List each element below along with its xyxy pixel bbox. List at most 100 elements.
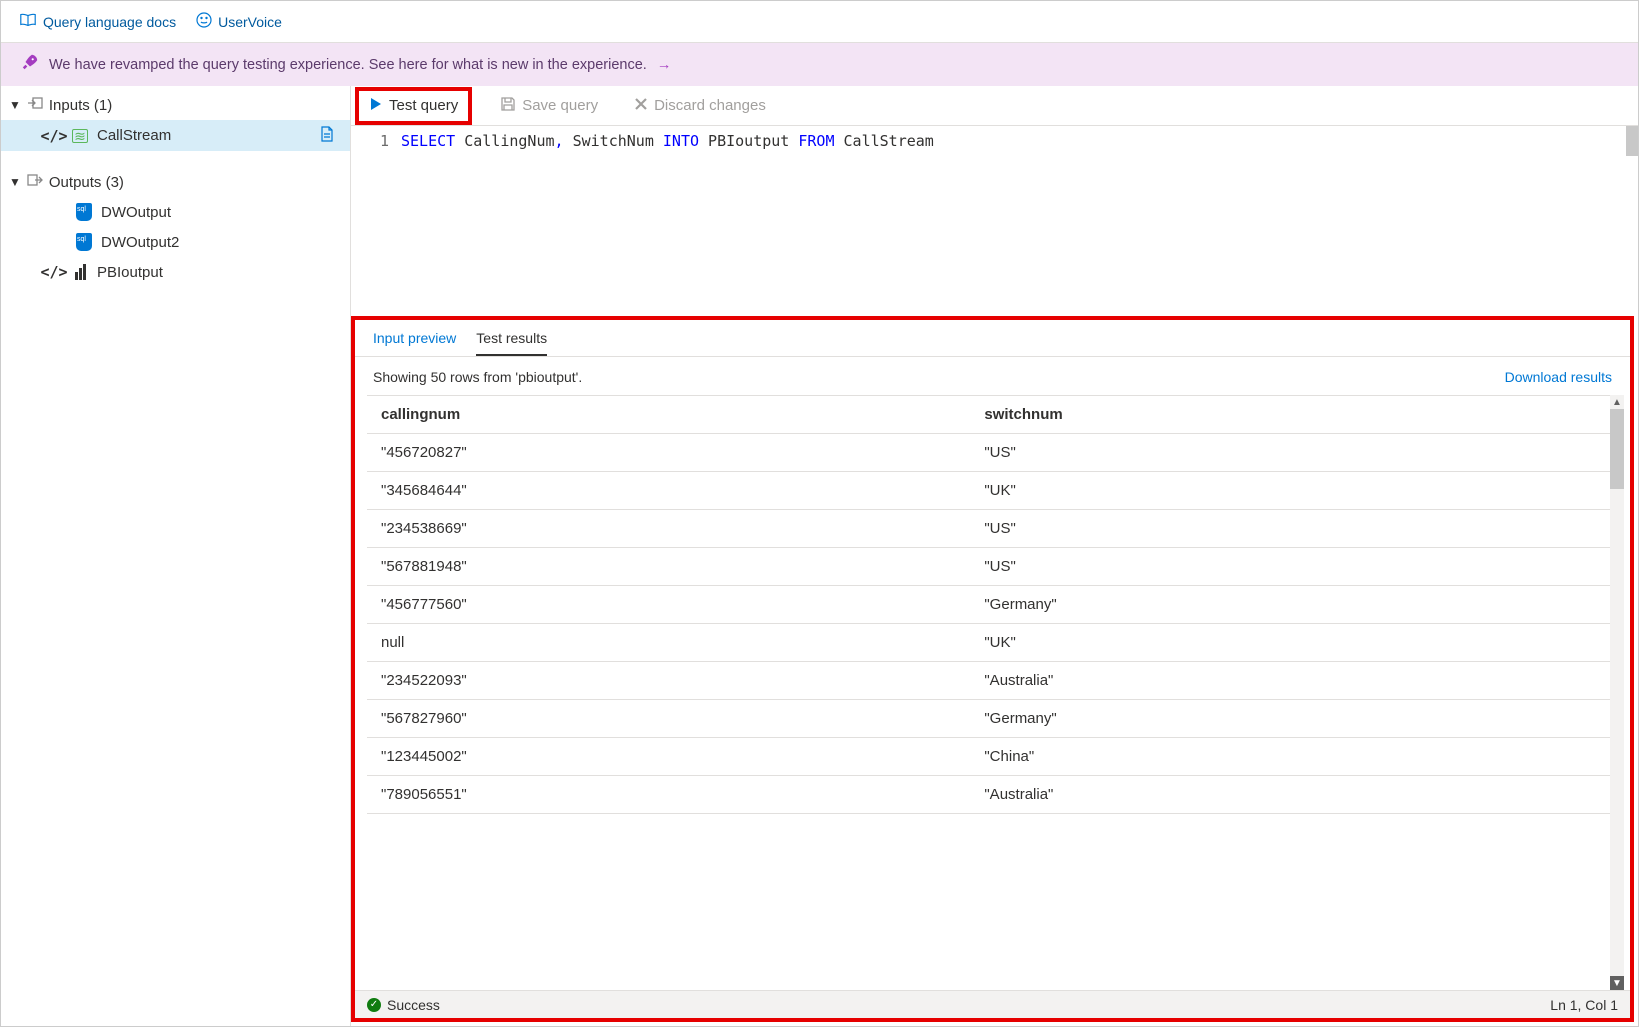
table-header-row: callingnum switchnum	[367, 396, 1624, 434]
col-switchnum[interactable]: switchnum	[970, 396, 1624, 434]
code-brackets-icon: </>	[45, 263, 63, 281]
smile-icon	[196, 12, 212, 31]
tab-test-results[interactable]: Test results	[476, 330, 547, 356]
caret-down-icon: ▼	[9, 98, 21, 112]
cell-callingnum: "567827960"	[367, 700, 970, 738]
save-query-label: Save query	[522, 97, 598, 114]
cell-switchnum: "Australia"	[970, 776, 1624, 814]
tok-cols2: SwitchNum	[564, 132, 663, 150]
scroll-thumb[interactable]	[1610, 409, 1624, 489]
inputs-header-label: Inputs (1)	[49, 97, 112, 114]
cell-switchnum: "China"	[970, 738, 1624, 776]
outputs-header[interactable]: ▼ Outputs (3)	[1, 167, 350, 197]
col-callingnum[interactable]: callingnum	[367, 396, 970, 434]
cell-switchnum: "Germany"	[970, 586, 1624, 624]
banner-arrow-link[interactable]: →	[657, 57, 672, 73]
editor-text[interactable]: SELECT CallingNum, SwitchNum INTO PBIout…	[401, 126, 1638, 316]
query-language-docs-label: Query language docs	[43, 14, 176, 30]
caret-down-icon: ▼	[9, 175, 21, 189]
cell-callingnum: "456777560"	[367, 586, 970, 624]
discard-changes-button[interactable]: Discard changes	[626, 93, 774, 119]
output-item-dwoutput2[interactable]: DWOutput2	[1, 227, 350, 257]
info-banner: We have revamped the query testing exper…	[1, 43, 1638, 86]
line-number: 1	[380, 132, 389, 150]
highlight-test-query: Test query	[355, 87, 472, 125]
cell-switchnum: "UK"	[970, 472, 1624, 510]
top-links-bar: Query language docs UserVoice	[1, 1, 1638, 43]
powerbi-icon	[71, 264, 89, 280]
cell-switchnum: "US"	[970, 548, 1624, 586]
document-icon[interactable]	[320, 126, 334, 145]
table-row[interactable]: "123445002""China"	[367, 738, 1624, 776]
table-row[interactable]: "456720827""US"	[367, 434, 1624, 472]
editor-scrollbar[interactable]	[1626, 126, 1638, 156]
download-results-link[interactable]: Download results	[1505, 369, 1612, 385]
input-item-label: CallStream	[97, 127, 171, 144]
table-row[interactable]: "456777560""Germany"	[367, 586, 1624, 624]
kw-into: INTO	[663, 132, 699, 150]
results-summary: Showing 50 rows from 'pbioutput'.	[373, 369, 582, 385]
line-gutter: 1	[351, 126, 401, 316]
tok-out: PBIoutput	[699, 132, 798, 150]
table-scrollbar[interactable]: ▲ ▼	[1610, 395, 1624, 990]
code-brackets-icon: </>	[45, 127, 63, 145]
test-query-button[interactable]: Test query	[361, 93, 466, 119]
output-item-pbioutput[interactable]: </> PBIoutput	[1, 257, 350, 287]
inputs-header[interactable]: ▼ Inputs (1)	[1, 90, 350, 120]
results-panel: Input preview Test results Showing 50 ro…	[351, 316, 1634, 1022]
cell-callingnum: "234522093"	[367, 662, 970, 700]
output-item-label: DWOutput	[101, 204, 171, 221]
kw-from: FROM	[798, 132, 834, 150]
tab-input-preview[interactable]: Input preview	[373, 330, 456, 356]
cell-switchnum: "UK"	[970, 624, 1624, 662]
query-editor[interactable]: 1 SELECT CallingNum, SwitchNum INTO PBIo…	[351, 126, 1638, 316]
stream-icon: ≋	[71, 129, 89, 143]
table-row[interactable]: "345684644""UK"	[367, 472, 1624, 510]
table-row[interactable]: "234538669""US"	[367, 510, 1624, 548]
output-icon	[27, 173, 43, 191]
sql-db-icon	[75, 233, 93, 251]
table-row[interactable]: null"UK"	[367, 624, 1624, 662]
status-bar: ✓ Success Ln 1, Col 1	[355, 990, 1630, 1018]
discard-label: Discard changes	[654, 97, 766, 114]
cell-switchnum: "Germany"	[970, 700, 1624, 738]
test-query-label: Test query	[389, 97, 458, 114]
tok-src: CallStream	[835, 132, 934, 150]
save-icon	[500, 96, 516, 116]
output-item-label: PBIoutput	[97, 264, 163, 281]
save-query-button[interactable]: Save query	[492, 92, 606, 120]
uservoice-link[interactable]: UserVoice	[196, 12, 282, 31]
query-language-docs-link[interactable]: Query language docs	[19, 12, 176, 31]
results-table: callingnum switchnum "456720827""US""345…	[367, 395, 1624, 814]
scroll-down-icon[interactable]: ▼	[1610, 976, 1624, 990]
tok-comma: ,	[555, 132, 564, 150]
banner-text: We have revamped the query testing exper…	[49, 57, 647, 73]
kw-select: SELECT	[401, 132, 455, 150]
cell-callingnum: "567881948"	[367, 548, 970, 586]
scroll-up-icon[interactable]: ▲	[1610, 395, 1624, 409]
success-icon: ✓	[367, 998, 381, 1012]
cell-callingnum: "123445002"	[367, 738, 970, 776]
table-row[interactable]: "567827960""Germany"	[367, 700, 1624, 738]
output-item-dwoutput[interactable]: DWOutput	[1, 197, 350, 227]
cell-callingnum: "789056551"	[367, 776, 970, 814]
cell-callingnum: "234538669"	[367, 510, 970, 548]
table-row[interactable]: "234522093""Australia"	[367, 662, 1624, 700]
book-icon	[19, 12, 37, 31]
input-item-callstream[interactable]: </> ≋ CallStream	[1, 120, 350, 151]
cell-callingnum: "456720827"	[367, 434, 970, 472]
tok-cols: CallingNum	[455, 132, 554, 150]
cell-switchnum: "Australia"	[970, 662, 1624, 700]
table-row[interactable]: "567881948""US"	[367, 548, 1624, 586]
play-icon	[369, 97, 383, 115]
input-icon	[27, 96, 43, 114]
cursor-position: Ln 1, Col 1	[1550, 997, 1618, 1013]
content-area: Test query Save query Discard changes 1 …	[351, 86, 1638, 1026]
table-row[interactable]: "789056551""Australia"	[367, 776, 1624, 814]
outputs-header-label: Outputs (3)	[49, 174, 124, 191]
main-split: ▼ Inputs (1) </> ≋ CallStream ▼ Outputs …	[1, 86, 1638, 1026]
uservoice-label: UserVoice	[218, 14, 282, 30]
cell-switchnum: "US"	[970, 510, 1624, 548]
cell-callingnum: "345684644"	[367, 472, 970, 510]
result-tabs: Input preview Test results	[355, 320, 1630, 357]
